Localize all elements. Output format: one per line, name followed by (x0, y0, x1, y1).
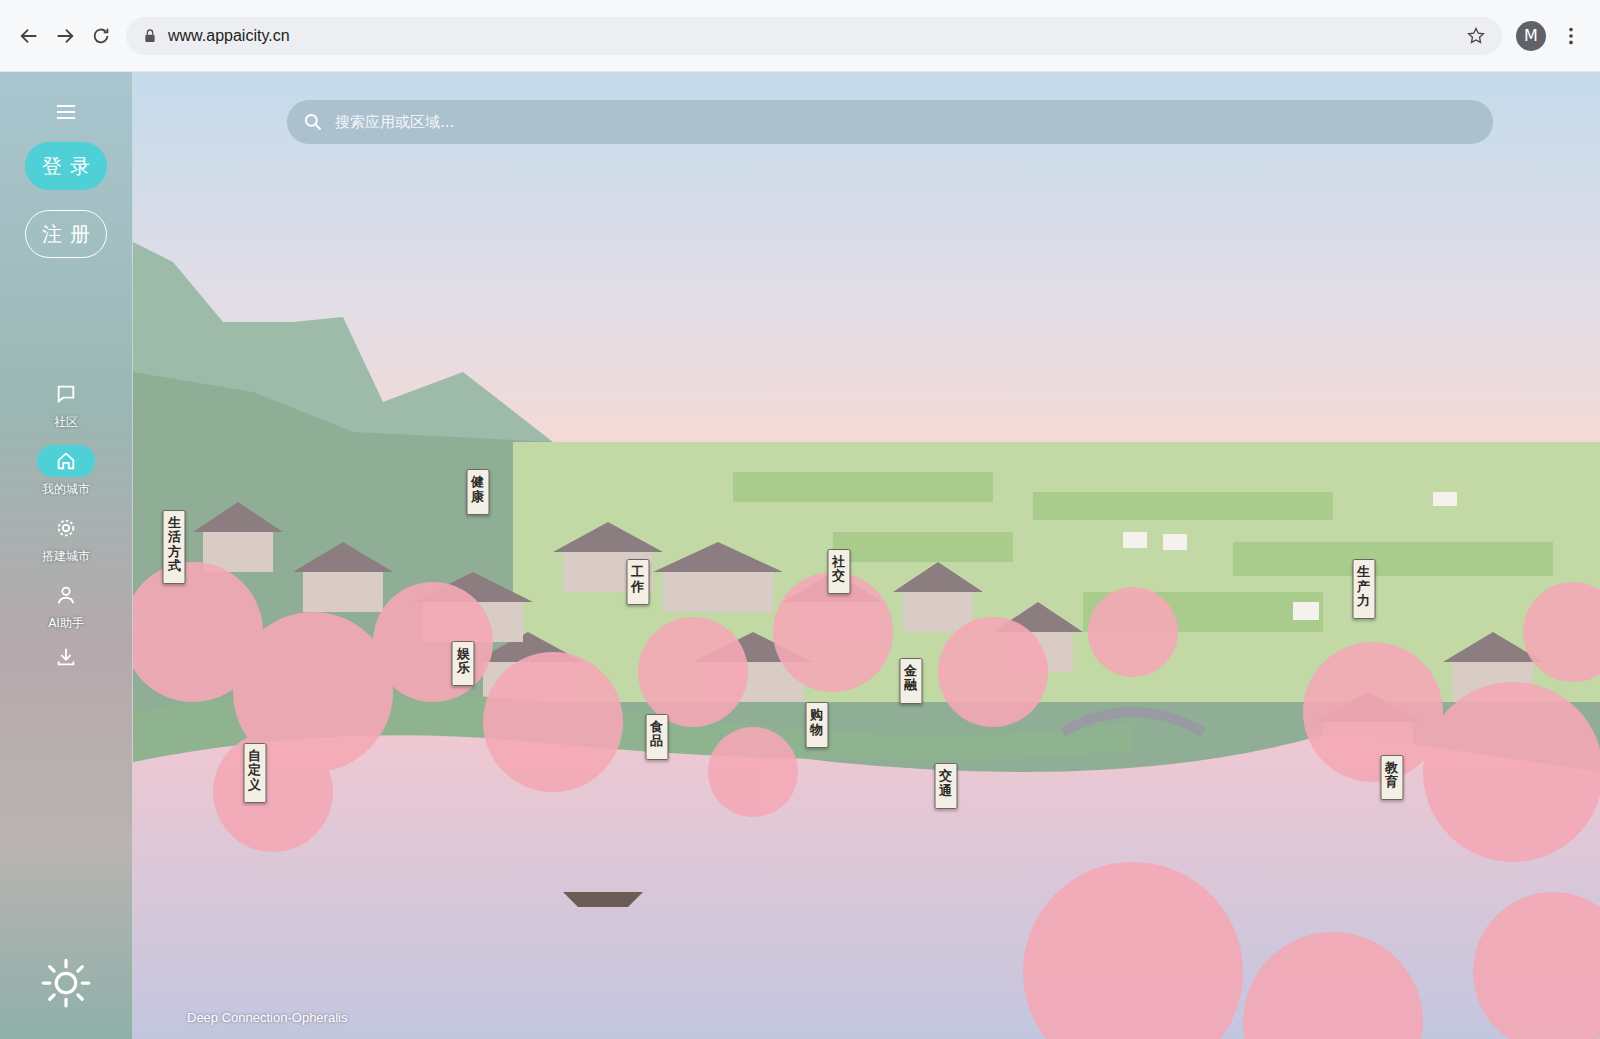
nav-label: 搭建城市 (42, 548, 90, 565)
nav-label: 社区 (54, 414, 78, 431)
sidebar: 登录注册社区我的城市搭建城市 AI助手 (0, 72, 133, 1039)
ai-assistant-nav-item[interactable]: AI助手 (37, 579, 95, 632)
address-bar[interactable]: www.appaicity.cn (126, 17, 1502, 55)
browser-toolbar: www.appaicity.cn M (0, 0, 1600, 72)
forward-arrow-icon[interactable] (54, 25, 76, 47)
district-banner[interactable]: 购物 (805, 702, 828, 748)
district-banner[interactable]: 生活方式 (163, 510, 186, 584)
district-banner[interactable]: 自定义 (243, 743, 266, 803)
map-overlay: Deep Connection-Opheralis (133, 72, 1600, 1039)
district-label: 教育 (1385, 761, 1398, 790)
reload-icon[interactable] (90, 25, 112, 47)
district-label: 生产力 (1357, 565, 1370, 608)
page: 登录注册社区我的城市搭建城市 AI助手 Deep Connection-Ophera… (0, 72, 1600, 1039)
nav-icon-wrap (37, 445, 95, 477)
magnifier-icon (303, 112, 323, 132)
download-icon[interactable] (55, 646, 77, 668)
home-icon (55, 450, 77, 472)
district-banner[interactable]: 教育 (1380, 755, 1403, 801)
nav-label: AI助手 (48, 615, 84, 632)
search-bar[interactable] (287, 100, 1493, 144)
register-button[interactable]: 注册 (25, 210, 107, 258)
chat-bubble-icon (55, 383, 77, 405)
district-banner[interactable]: 健康 (466, 469, 489, 515)
district-label: 自定义 (248, 749, 261, 792)
city-map: Deep Connection-Opheralis 生活方式 健康工作 社交娱乐金融食… (133, 72, 1600, 1039)
district-banner[interactable]: 娱乐 (452, 641, 475, 687)
my-city-nav-item[interactable]: 我的城市 (37, 445, 95, 498)
back-arrow-icon[interactable] (18, 25, 40, 47)
district-label: 工作 (631, 565, 644, 594)
hamburger-menu-icon[interactable] (54, 100, 78, 124)
profile-avatar[interactable]: M (1516, 21, 1546, 51)
sidebar-nav: 社区我的城市搭建城市 AI助手 (37, 378, 95, 668)
build-city-nav-item[interactable]: 搭建城市 (37, 512, 95, 565)
nav-icon-wrap (37, 378, 95, 410)
more-dots-icon[interactable] (1560, 25, 1582, 47)
district-banner[interactable]: 工作 (626, 559, 649, 605)
login-button[interactable]: 登录 (25, 142, 107, 190)
lock-icon (142, 28, 158, 44)
district-banner[interactable]: 生产力 (1352, 559, 1375, 619)
district-label: 娱乐 (457, 647, 470, 676)
district-banner[interactable]: 社交 (827, 549, 850, 595)
district-label: 交通 (939, 769, 952, 798)
credit-text: Deep Connection-Opheralis (187, 1010, 1493, 1025)
url-text: www.appaicity.cn (168, 27, 1456, 45)
nav-icon-wrap (37, 512, 95, 544)
district-banner[interactable]: 食品 (645, 714, 668, 760)
nav-label: 我的城市 (42, 481, 90, 498)
district-label: 食品 (650, 720, 663, 749)
district-label: 购物 (810, 708, 823, 737)
star-icon[interactable] (1466, 26, 1486, 46)
district-label: 生活方式 (168, 516, 181, 573)
district-banner[interactable]: 金融 (899, 658, 922, 704)
search-input[interactable] (333, 112, 1477, 132)
community-nav-item[interactable]: 社区 (37, 378, 95, 431)
district-label: 金融 (904, 664, 917, 693)
landscape-illustration (133, 72, 1600, 1039)
nav-icon-wrap (37, 579, 95, 611)
sun-theme-icon[interactable] (40, 957, 92, 1009)
district-banner[interactable]: 交通 (934, 763, 957, 809)
district-label: 社交 (832, 555, 845, 584)
person-icon (55, 584, 77, 606)
gear-icon (55, 517, 77, 539)
district-label: 健康 (471, 475, 484, 504)
browser-window: www.appaicity.cn M 登录注册社区我的城市搭建城市 AI助手 Deep … (0, 0, 1600, 1039)
